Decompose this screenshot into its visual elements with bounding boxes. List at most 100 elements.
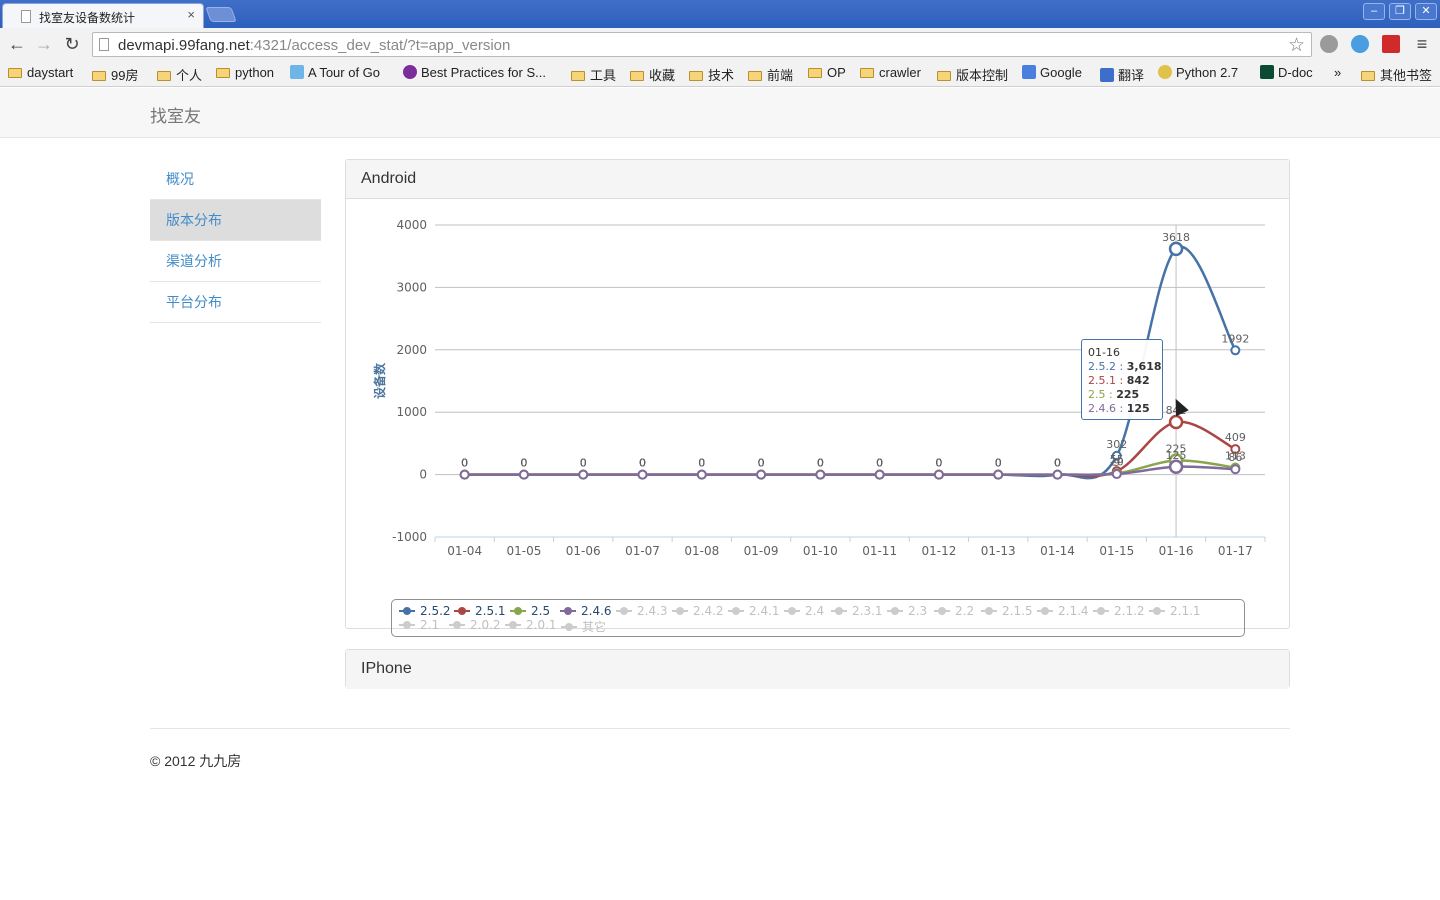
legend-label: 2.4 bbox=[805, 604, 825, 618]
bookmark-python-27[interactable]: Python 2.7 bbox=[1158, 65, 1238, 80]
legend-item[interactable]: 2.5.1 bbox=[454, 604, 506, 618]
bookmarks-bar: daystart 99房 个人 python A Tour of Go Best… bbox=[0, 61, 1440, 87]
extension-v-icon[interactable] bbox=[1351, 35, 1369, 53]
legend-item[interactable]: 2.3.1 bbox=[831, 604, 883, 618]
tooltip-date: 01-16 bbox=[1088, 346, 1120, 359]
bookmark-tools[interactable]: 工具 bbox=[571, 65, 616, 84]
legend-label: 2.1.4 bbox=[1058, 604, 1089, 618]
legend-item[interactable]: 2.0.2 bbox=[449, 618, 501, 632]
data-label: 0 bbox=[580, 457, 587, 470]
site-brand[interactable]: 找室友 bbox=[150, 102, 201, 127]
address-bar[interactable]: devmapi.99fang.net:4321/access_dev_stat/… bbox=[92, 32, 1312, 57]
sidebar-item-platform-distribution[interactable]: 平台分布 bbox=[150, 282, 321, 323]
x-tick-label: 01-05 bbox=[506, 544, 541, 558]
restore-button[interactable]: ❐ bbox=[1389, 3, 1411, 20]
legend-label: 2.1 bbox=[420, 618, 440, 632]
browser-tab[interactable]: 找室友设备数统计 × bbox=[2, 3, 204, 28]
bookmark-star-icon[interactable]: ☆ bbox=[1288, 34, 1305, 57]
close-window-button[interactable]: ✕ bbox=[1415, 3, 1437, 20]
x-tick-label: 01-04 bbox=[447, 544, 482, 558]
bookmark-tour-of-go[interactable]: A Tour of Go bbox=[290, 65, 380, 80]
tab-close-icon[interactable]: × bbox=[187, 7, 195, 22]
legend-item[interactable]: 2.4.1 bbox=[728, 604, 780, 618]
data-label: 1992 bbox=[1221, 332, 1249, 345]
bookmark-google[interactable]: Google bbox=[1022, 65, 1082, 80]
legend-label: 2.1.5 bbox=[1002, 604, 1033, 618]
forward-arrow-icon[interactable]: → bbox=[34, 33, 54, 55]
x-tick-label: 01-12 bbox=[921, 544, 956, 558]
bookmark-daystart[interactable]: daystart bbox=[8, 65, 73, 80]
legend-label: 2.5.2 bbox=[420, 604, 451, 618]
legend-item[interactable]: 2.1.2 bbox=[1093, 604, 1145, 618]
legend-item[interactable]: 2.1 bbox=[399, 618, 439, 632]
x-tick-label: 01-06 bbox=[566, 544, 601, 558]
y-tick-label: 1000 bbox=[396, 405, 427, 419]
go-icon bbox=[290, 65, 304, 79]
legend-item[interactable]: 2.5.2 bbox=[399, 604, 451, 618]
reload-icon[interactable]: ↻ bbox=[62, 33, 82, 55]
legend-item[interactable]: 2.0.1 bbox=[505, 618, 557, 632]
legend-symbol bbox=[1037, 607, 1053, 615]
bookmark-d-doc[interactable]: D-doc bbox=[1260, 65, 1313, 80]
bookmark-favorites[interactable]: 收藏 bbox=[630, 65, 675, 84]
bookmark-translate[interactable]: 翻译 bbox=[1100, 65, 1144, 84]
legend-item[interactable]: 2.4.6 bbox=[560, 604, 612, 618]
tooltip-row: 2.4.6 : 125 bbox=[1088, 402, 1150, 415]
legend-item[interactable]: 2.1.4 bbox=[1037, 604, 1089, 618]
iphone-panel-title[interactable]: IPhone bbox=[346, 650, 1289, 689]
bookmark-crawler[interactable]: crawler bbox=[860, 65, 921, 80]
bookmark-python[interactable]: python bbox=[216, 65, 274, 80]
legend-item[interactable]: 其它 bbox=[561, 618, 606, 635]
data-point bbox=[993, 469, 1004, 480]
legend-symbol bbox=[887, 607, 903, 615]
new-tab-button[interactable] bbox=[205, 7, 237, 22]
bookmark-best-practices[interactable]: Best Practices for S... bbox=[403, 65, 546, 80]
data-label: 0 bbox=[758, 457, 765, 470]
legend-label: 2.1.1 bbox=[1170, 604, 1201, 618]
menu-icon[interactable]: ≡ bbox=[1412, 33, 1432, 55]
legend-label: 2.4.3 bbox=[637, 604, 668, 618]
data-label: 3618 bbox=[1162, 231, 1190, 244]
gmail-icon[interactable] bbox=[1382, 35, 1400, 53]
data-point bbox=[1168, 459, 1184, 475]
bookmark-version-control[interactable]: 版本控制 bbox=[937, 65, 1008, 84]
legend-label: 2.2 bbox=[955, 604, 975, 618]
x-tick-label: 01-07 bbox=[625, 544, 660, 558]
bookmark-99fang[interactable]: 99房 bbox=[92, 65, 138, 84]
legend-item[interactable]: 2.5 bbox=[510, 604, 550, 618]
legend-item[interactable]: 2.1.5 bbox=[981, 604, 1033, 618]
chart-tooltip: 01-16 2.5.2 : 3,618 2.5.1 : 842 2.5 : 22… bbox=[1081, 339, 1163, 420]
data-point bbox=[874, 469, 885, 480]
data-point bbox=[933, 469, 944, 480]
legend-item[interactable]: 2.4.3 bbox=[616, 604, 668, 618]
legend-item[interactable]: 2.3 bbox=[887, 604, 927, 618]
chart-container: -1000 0 1000 2000 3000 4000 01-04 01-05 01-06 01-… bbox=[346, 199, 1289, 637]
legend-item[interactable]: 2.1.1 bbox=[1149, 604, 1201, 618]
sidebar-item-overview[interactable]: 概况 bbox=[150, 159, 321, 200]
legend-symbol bbox=[449, 621, 465, 629]
sidebar-item-version-distribution[interactable]: 版本分布 bbox=[150, 200, 321, 241]
y-axis-title: 设备数 bbox=[372, 362, 387, 399]
bookmarks-overflow-chevron[interactable]: » bbox=[1334, 65, 1341, 80]
legend-item[interactable]: 2.4.2 bbox=[672, 604, 724, 618]
minimize-button[interactable]: – bbox=[1363, 3, 1385, 20]
x-tick-label: 01-10 bbox=[803, 544, 838, 558]
browser-toolbar: ← → ↻ devmapi.99fang.net:4321/access_dev… bbox=[0, 28, 1440, 61]
extension-globe-icon[interactable] bbox=[1320, 35, 1338, 53]
translate-icon bbox=[1100, 68, 1114, 82]
bookmark-personal[interactable]: 个人 bbox=[157, 65, 202, 84]
sidebar-item-channel-analysis[interactable]: 渠道分析 bbox=[150, 241, 321, 282]
data-point bbox=[459, 469, 470, 480]
bookmark-frontend[interactable]: 前端 bbox=[748, 65, 793, 84]
data-point bbox=[1168, 414, 1184, 430]
bookmark-other[interactable]: 其他书签 bbox=[1361, 65, 1432, 84]
bookmark-tech[interactable]: 技术 bbox=[689, 65, 734, 84]
data-label: 86 bbox=[1228, 451, 1242, 464]
data-point bbox=[1111, 469, 1122, 480]
back-arrow-icon[interactable]: ← bbox=[7, 33, 27, 55]
legend-symbol bbox=[510, 607, 526, 615]
legend-item[interactable]: 2.4 bbox=[784, 604, 824, 618]
legend-item[interactable]: 2.2 bbox=[934, 604, 974, 618]
bookmark-op[interactable]: OP bbox=[808, 65, 846, 80]
data-point bbox=[815, 469, 826, 480]
